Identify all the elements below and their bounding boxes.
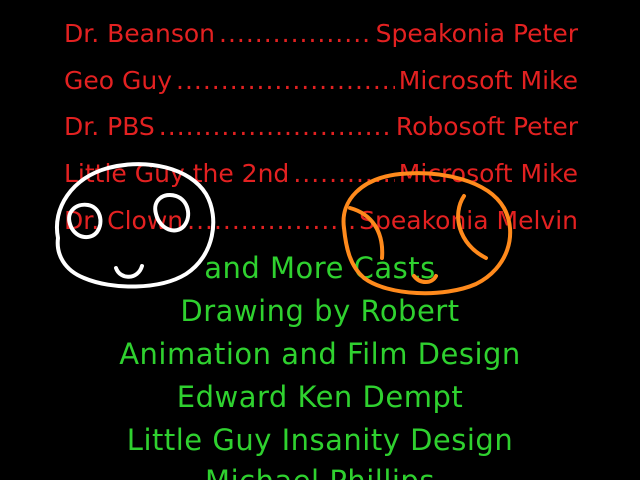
- credits-screen: Dr. Beanson ............................…: [0, 0, 640, 480]
- credit-line: Drawing by Robert: [180, 294, 460, 328]
- cast-line: Dr. PBS ................................…: [64, 106, 578, 146]
- cast-row: Little Guy the 2nd .....................…: [0, 153, 640, 193]
- cast-actor: Microsoft Mike: [398, 158, 578, 188]
- cast-row: Dr. PBS ................................…: [0, 106, 640, 146]
- cast-row: Geo Guy ................................…: [0, 60, 640, 100]
- cast-row: Dr. Beanson ............................…: [0, 13, 640, 53]
- dot-leader: ........................................…: [219, 18, 372, 48]
- credit-line: Edward Ken Dempt: [176, 380, 464, 414]
- cast-actor: Microsoft Mike: [398, 65, 578, 95]
- cast-line: Dr. Beanson ............................…: [64, 13, 578, 53]
- dot-leader: ........................................…: [158, 111, 392, 141]
- cast-row: Dr. Clown ..............................…: [0, 200, 640, 240]
- dot-leader: ........................................…: [293, 158, 395, 188]
- cast-line: Little Guy the 2nd .....................…: [64, 153, 578, 193]
- cast-line: Dr. Clown ..............................…: [64, 200, 578, 240]
- credit-line: Little Guy Insanity Design: [126, 423, 514, 457]
- cast-role: Dr. PBS: [64, 111, 155, 141]
- dot-leader: ........................................…: [176, 65, 395, 95]
- credit-line: Michael Phillips: [0, 464, 640, 480]
- cast-actor: Speakonia Peter: [375, 18, 578, 48]
- cast-line: Geo Guy ................................…: [64, 60, 578, 100]
- cast-role: Little Guy the 2nd: [64, 158, 290, 188]
- dot-leader: ........................................…: [187, 205, 355, 235]
- cast-actor: Speakonia Melvin: [359, 205, 578, 235]
- cast-actor: Robosoft Peter: [395, 111, 578, 141]
- cast-role: Dr. Clown: [64, 205, 184, 235]
- credit-line: Animation and Film Design: [119, 337, 521, 371]
- credit-line: and More Casts: [204, 251, 436, 285]
- cast-role: Geo Guy: [64, 65, 173, 95]
- cast-role: Dr. Beanson: [64, 18, 215, 48]
